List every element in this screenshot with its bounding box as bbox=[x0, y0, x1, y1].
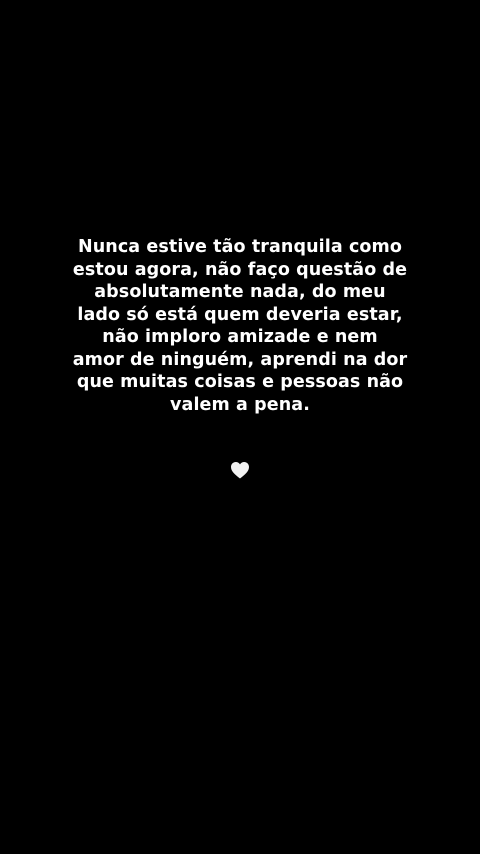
quote-line: que muitas coisas e pessoas não bbox=[76, 372, 404, 392]
quote-line: amor de ninguém, aprendi na dor bbox=[72, 349, 408, 370]
quote-line: Nunca estive tão tranquila como bbox=[77, 237, 403, 257]
heart-shape bbox=[231, 462, 249, 479]
quote-line: estou agora, não faço questão de bbox=[72, 259, 408, 280]
white-heart-icon bbox=[231, 462, 249, 479]
quote-line: lado só está quem deveria estar, bbox=[77, 304, 403, 325]
quote-line: não imploro amizade e nem bbox=[102, 327, 378, 347]
quote-text: Nunca estive tão tranquila como estou ag… bbox=[60, 236, 420, 416]
story-screen: Nunca estive tão tranquila como estou ag… bbox=[0, 0, 480, 854]
quote-line: absolutamente nada, do meu bbox=[94, 282, 386, 302]
quote-line: valem a pena. bbox=[170, 394, 310, 415]
